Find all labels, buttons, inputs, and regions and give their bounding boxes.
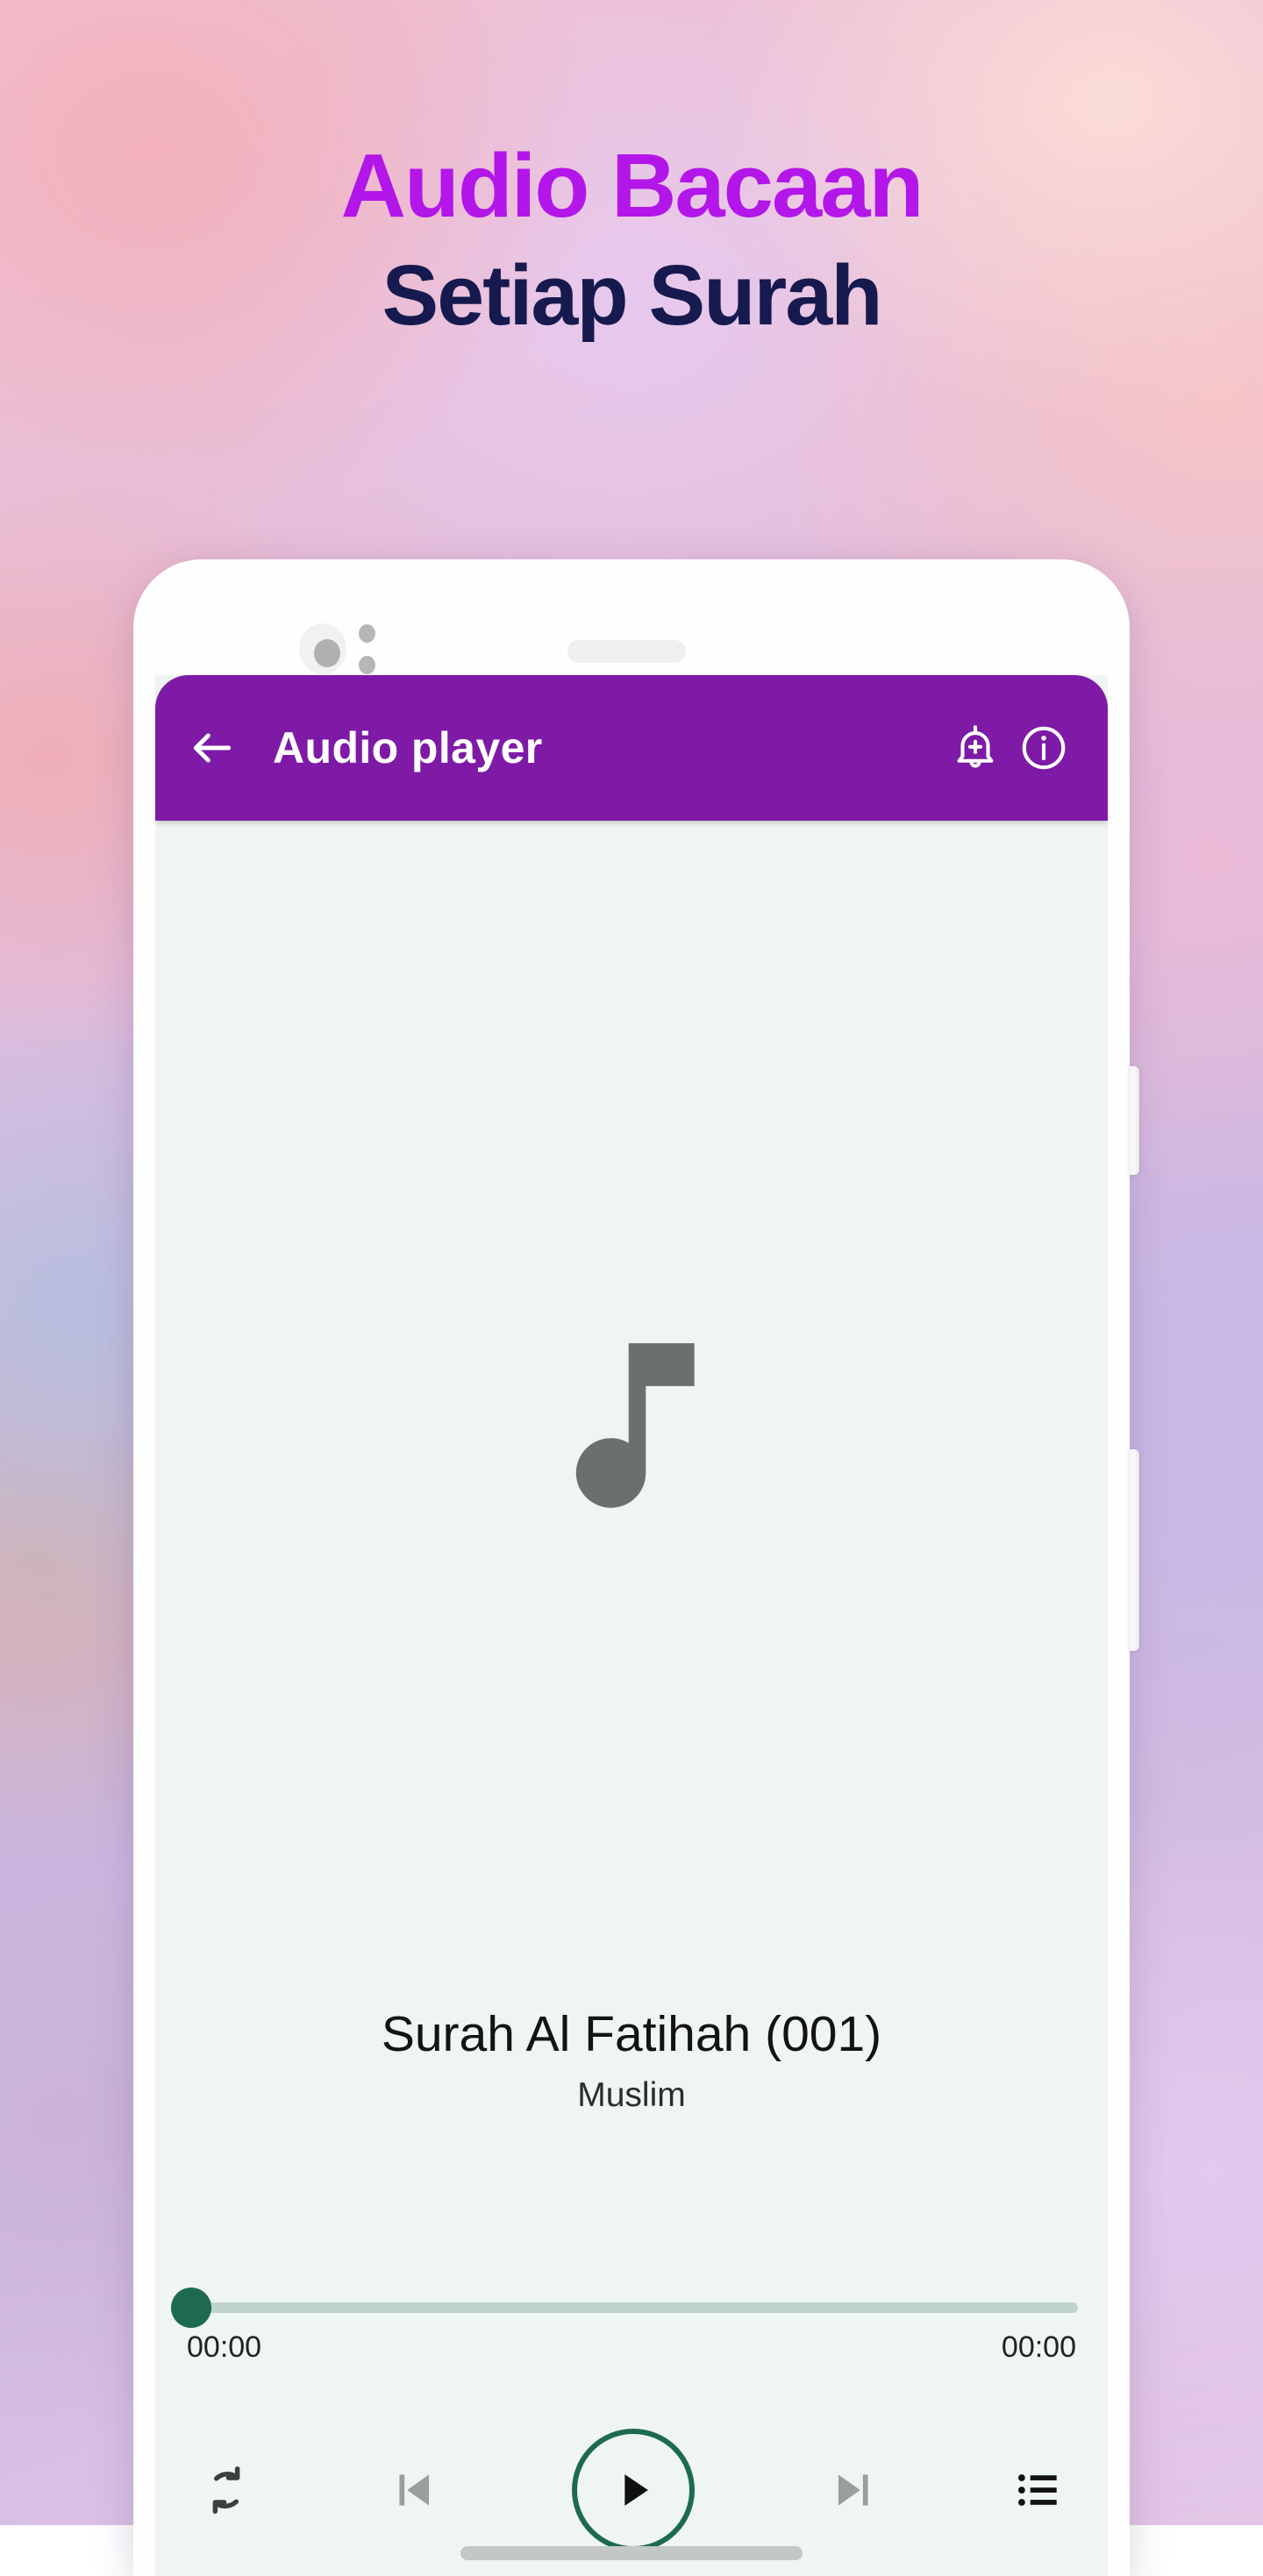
playlist-icon	[1011, 2463, 1066, 2517]
track-title: Surah Al Fatihah (001)	[155, 2008, 1108, 2062]
repeat-icon	[197, 2461, 255, 2519]
play-button[interactable]	[572, 2429, 695, 2551]
home-indicator	[460, 2546, 803, 2560]
time-labels: 00:00 00:00	[182, 2330, 1081, 2365]
music-note-icon	[539, 1332, 724, 1520]
skip-next-icon	[826, 2463, 881, 2517]
playlist-button[interactable]	[1011, 2463, 1066, 2517]
camera-lens	[314, 639, 340, 667]
seek-bar-container: 00:00 00:00	[155, 2302, 1108, 2365]
device-top-bar	[133, 619, 1130, 680]
sensor-dot-bottom	[359, 656, 375, 674]
repeat-button[interactable]	[197, 2461, 255, 2519]
elapsed-time: 00:00	[187, 2330, 261, 2365]
info-circle-icon[interactable]	[1010, 714, 1078, 782]
back-arrow-icon[interactable]	[180, 715, 245, 780]
player-controls	[155, 2429, 1108, 2551]
front-camera-icon	[299, 623, 346, 674]
duration-time: 00:00	[1002, 2330, 1076, 2365]
headline-line-2: Setiap Surah	[0, 253, 1263, 338]
next-button[interactable]	[826, 2463, 881, 2517]
track-info: Surah Al Fatihah (001) Muslim	[155, 2008, 1108, 2115]
previous-button[interactable]	[387, 2463, 441, 2517]
app-bar: Audio player	[155, 675, 1108, 821]
promo-headline: Audio Bacaan Setiap Surah	[0, 140, 1263, 338]
seek-slider[interactable]	[185, 2302, 1078, 2313]
volume-rocker[interactable]	[1128, 1449, 1139, 1651]
power-button[interactable]	[1128, 1066, 1139, 1175]
phone-mockup: Audio player	[133, 559, 1130, 2576]
skip-previous-icon	[387, 2463, 441, 2517]
track-artist: Muslim	[155, 2076, 1108, 2115]
play-icon	[608, 2465, 659, 2516]
sensor-dot-top	[359, 624, 375, 643]
page-title: Audio player	[273, 722, 941, 773]
earpiece-speaker	[567, 640, 686, 663]
bell-plus-icon[interactable]	[941, 714, 1010, 782]
phone-screen: Audio player	[155, 675, 1108, 2576]
album-artwork-placeholder	[155, 821, 1108, 2031]
headline-line-1: Audio Bacaan	[0, 140, 1263, 231]
seek-thumb[interactable]	[171, 2288, 211, 2328]
